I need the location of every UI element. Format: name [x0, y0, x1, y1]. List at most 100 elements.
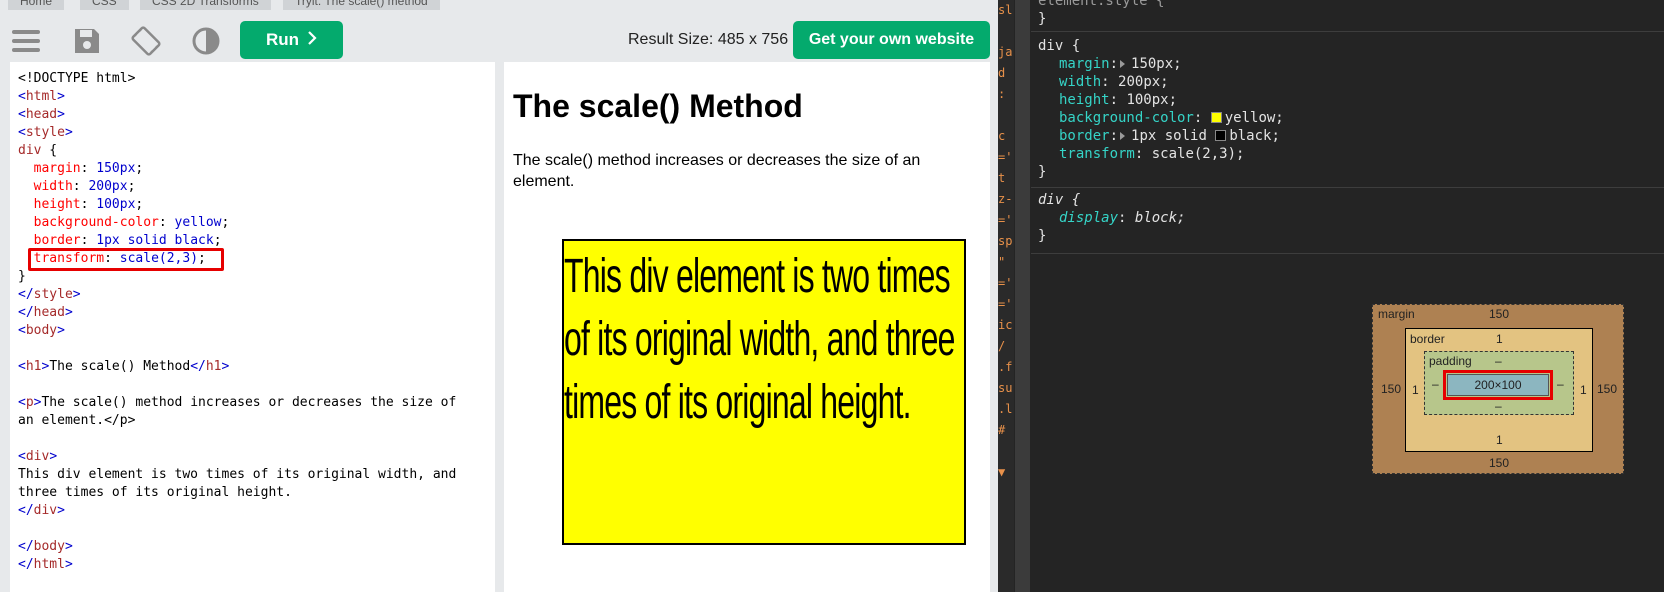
property-name[interactable]: transform: [1059, 146, 1135, 162]
code-line[interactable]: </style>: [18, 286, 456, 304]
elements-fragment: c: [998, 129, 1006, 143]
code-line[interactable]: This div element is two times of its ori…: [18, 466, 456, 484]
menu-icon[interactable]: [11, 26, 41, 56]
property-name[interactable]: border: [1059, 128, 1110, 144]
property-value[interactable]: scale(2,3);: [1152, 146, 1245, 162]
result-size: Result Size: 485 x 756: [628, 31, 789, 48]
property-name[interactable]: margin: [1059, 56, 1110, 72]
box-model-border-top[interactable]: 1: [1496, 332, 1503, 346]
property-value[interactable]: yellow;: [1225, 110, 1284, 126]
code-line[interactable]: </head>: [18, 304, 456, 322]
code-text[interactable]: <!DOCTYPE html> <html> <head> <style> div { …: [18, 70, 456, 574]
tryit-editor: Home CSS CSS 2D Transforms Tryit: The sc…: [0, 0, 998, 592]
elements-fragment: z-: [998, 192, 1013, 206]
save-icon[interactable]: [72, 26, 102, 56]
code-line[interactable]: an element.</p>: [18, 412, 456, 430]
code-line[interactable]: </html>: [18, 556, 456, 574]
rule-close: }: [1038, 164, 1047, 180]
rule-selector[interactable]: div {: [1031, 191, 1664, 209]
contrast-icon[interactable]: [191, 26, 221, 56]
code-line[interactable]: width: 200px;: [18, 178, 456, 196]
code-line[interactable]: three times of its original height.: [18, 484, 456, 502]
panel-divider[interactable]: [1015, 0, 1030, 592]
box-model-border-left[interactable]: 1: [1412, 383, 1419, 397]
property-value[interactable]: 100px;: [1126, 92, 1177, 108]
code-line[interactable]: div {: [18, 142, 456, 160]
property-value-color[interactable]: black;: [1229, 128, 1280, 144]
box-model-padding-left[interactable]: –: [1432, 377, 1439, 391]
elements-fragment: .f: [998, 360, 1013, 374]
css-declaration-height[interactable]: height: 100px;: [1031, 91, 1664, 109]
css-rule-div[interactable]: div {margin: 150px; width: 200px; height: 1…: [1031, 36, 1664, 188]
elements-fragment: ja: [998, 45, 1013, 59]
css-declaration-transform[interactable]: transform: scale(2,3);: [1031, 145, 1664, 163]
code-line[interactable]: <h1>The scale() Method</h1>: [18, 358, 456, 376]
element-style-rule[interactable]: element.style { }: [1031, 0, 1664, 32]
code-line[interactable]: <html>: [18, 88, 456, 106]
elements-fragment: =': [998, 150, 1013, 164]
box-model-margin-top[interactable]: 150: [1489, 307, 1509, 321]
code-line[interactable]: <div>: [18, 448, 456, 466]
rotate-icon[interactable]: [131, 26, 161, 56]
property-value[interactable]: block;: [1135, 210, 1186, 226]
code-line[interactable]: <!DOCTYPE html>: [18, 70, 456, 88]
code-line[interactable]: height: 100px;: [18, 196, 456, 214]
elements-fragment: :: [998, 87, 1006, 101]
code-line[interactable]: <p>The scale() method increases or decre…: [18, 394, 456, 412]
property-name[interactable]: display: [1059, 210, 1118, 226]
css-declaration-margin[interactable]: margin: 150px;: [1031, 55, 1664, 73]
box-model-margin-left[interactable]: 150: [1381, 382, 1401, 396]
run-label: Run: [265, 30, 300, 49]
run-button[interactable]: Run: [240, 21, 343, 59]
css-declaration-display[interactable]: display: block;: [1031, 209, 1664, 227]
expand-triangle-icon[interactable]: [1120, 59, 1126, 68]
box-model-border-bottom[interactable]: 1: [1496, 433, 1503, 447]
code-line[interactable]: <style>: [18, 124, 456, 142]
breadcrumb-css[interactable]: CSS: [80, 0, 129, 10]
css-declaration-border[interactable]: border: 1px solid black;: [1031, 127, 1664, 145]
elements-fragment: [998, 21, 1014, 42]
code-line[interactable]: [18, 340, 456, 358]
code-line[interactable]: <head>: [18, 106, 456, 124]
box-model-margin-right[interactable]: 150: [1597, 382, 1617, 396]
elements-fragment: /: [998, 339, 1006, 353]
color-swatch[interactable]: [1210, 112, 1222, 123]
css-declaration-background-color[interactable]: background-color: yellow;: [1031, 109, 1664, 127]
code-line[interactable]: background-color: yellow;: [18, 214, 456, 232]
property-value[interactable]: 150px;: [1131, 56, 1182, 72]
code-line[interactable]: </body>: [18, 538, 456, 556]
box-model-padding[interactable]: padding – – – – 200×100: [1424, 351, 1574, 415]
css-declaration-width[interactable]: width: 200px;: [1031, 73, 1664, 91]
breadcrumb-tryit[interactable]: Tryit: The scale() method: [283, 0, 440, 10]
box-model-margin[interactable]: margin 150 150 150 150 border 1 1 1 1 pa…: [1372, 304, 1624, 474]
breadcrumb-css-2d-transforms[interactable]: CSS 2D Transforms: [140, 0, 271, 10]
code-line[interactable]: margin: 150px;: [18, 160, 456, 178]
scaled-div: This div element is two times of its ori…: [562, 239, 966, 545]
property-name[interactable]: width: [1059, 74, 1101, 90]
box-model-padding-top[interactable]: –: [1495, 354, 1502, 368]
box-model-padding-right[interactable]: –: [1557, 377, 1564, 391]
get-own-website-button[interactable]: Get your own website: [793, 21, 990, 59]
property-value[interactable]: 200px;: [1118, 74, 1169, 90]
elements-fragment: t: [998, 171, 1006, 185]
code-line[interactable]: [18, 430, 456, 448]
property-name[interactable]: background-color: [1059, 110, 1194, 126]
rule-selector[interactable]: div {: [1031, 37, 1664, 55]
box-model-margin-bottom[interactable]: 150: [1489, 456, 1509, 470]
code-editor[interactable]: <!DOCTYPE html> <html> <head> <style> div { …: [10, 62, 495, 592]
color-swatch[interactable]: [1215, 130, 1227, 141]
property-name[interactable]: height: [1059, 92, 1110, 108]
box-model-border-right[interactable]: 1: [1580, 383, 1587, 397]
code-line[interactable]: </div>: [18, 502, 456, 520]
expand-triangle-icon[interactable]: [1120, 131, 1126, 140]
elements-fragment: sp: [998, 234, 1013, 248]
code-line[interactable]: [18, 520, 456, 538]
breadcrumb-home[interactable]: Home: [8, 0, 65, 10]
box-model-padding-bottom[interactable]: –: [1495, 399, 1502, 413]
css-rule-user-agent-div[interactable]: div {display: block;}: [1031, 190, 1664, 254]
code-line[interactable]: <body>: [18, 322, 456, 340]
property-value[interactable]: 1px solid: [1131, 128, 1215, 144]
elements-fragment: ic: [998, 318, 1013, 332]
code-line[interactable]: [18, 376, 456, 394]
box-model-border[interactable]: border 1 1 1 1 padding – – – – 200×100: [1405, 328, 1593, 452]
